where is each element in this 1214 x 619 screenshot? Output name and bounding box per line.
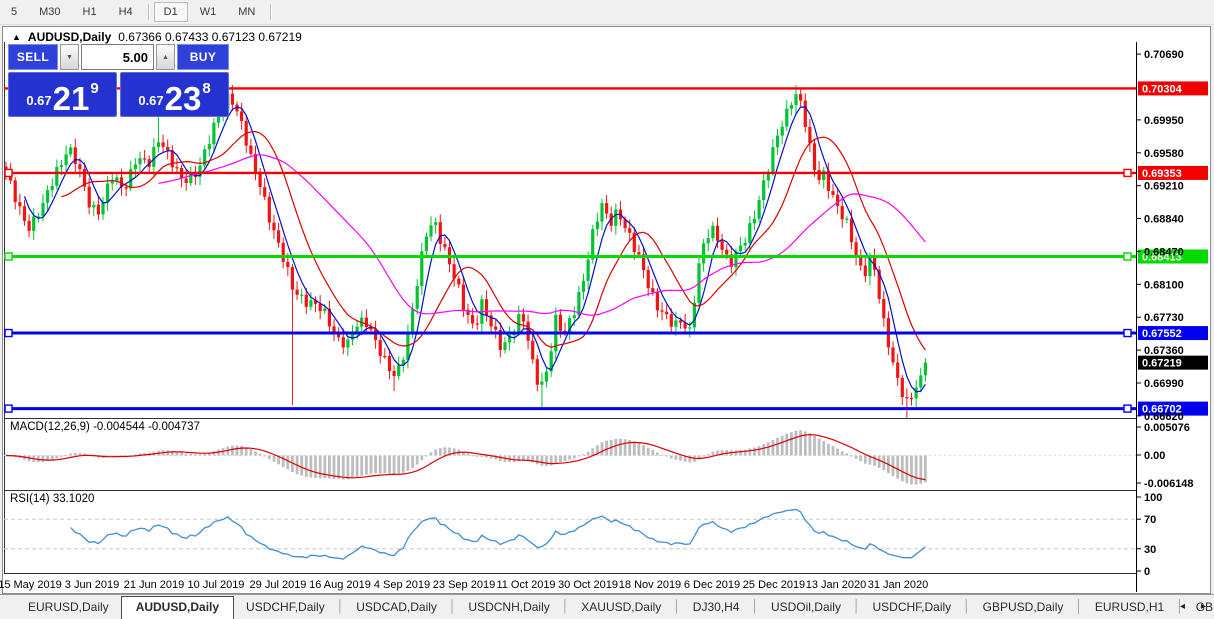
symbol-tab-usdcnh-daily[interactable]: USDCNH,Daily (456, 597, 561, 618)
sell-price-prefix: 0.67 (26, 93, 52, 108)
trading-terminal: { "toolbar": {"timeframes": ["5","M30","… (0, 0, 1214, 619)
svg-text:21 Jun 2019: 21 Jun 2019 (124, 579, 185, 591)
buy-button[interactable]: BUY (177, 44, 229, 70)
collapse-triangle-icon[interactable]: ▲ (12, 32, 21, 42)
svg-text:29 Jul 2019: 29 Jul 2019 (250, 579, 307, 591)
moving-averages (23, 106, 926, 393)
symbol-tab-usdoil-daily[interactable]: USDOil,Daily (759, 597, 853, 618)
svg-text:0.005076: 0.005076 (1144, 422, 1190, 434)
volume-increase-button[interactable]: ▲ (156, 44, 175, 70)
date-axis: 15 May 2019 3 Jun 2019 21 Jun 2019 10 Jul 2… (0, 579, 928, 591)
svg-text:18 Nov 2019: 18 Nov 2019 (619, 579, 681, 591)
symbol-tab-dj30-h4[interactable]: DJ30,H4 (681, 597, 752, 618)
svg-text:0.68100: 0.68100 (1144, 279, 1184, 291)
sell-price-main: 21 (52, 79, 90, 117)
svg-text:70: 70 (1144, 514, 1156, 526)
svg-text:0.68470: 0.68470 (1144, 246, 1184, 258)
svg-text:23 Sep 2019: 23 Sep 2019 (433, 579, 495, 591)
symbol-tab-bar: EURUSD,Daily AUDUSD,Daily USDCHF,Daily │ USD… (0, 594, 1214, 619)
tab-divider: │ (963, 599, 971, 613)
svg-text:13 Jan 2020: 13 Jan 2020 (806, 579, 867, 591)
buy-price-box[interactable]: 0.67 23 8 (120, 72, 229, 117)
symbol-tab-audusd-daily[interactable]: AUDUSD,Daily (120, 596, 235, 619)
one-click-trade-panel: SELL ▼ ▲ BUY 0.67 21 9 0.67 23 8 (8, 44, 229, 117)
symbol-tab-eurusd-daily[interactable]: EURUSD,Daily (16, 597, 121, 618)
buy-price-main: 23 (164, 79, 202, 117)
svg-text:0.67730: 0.67730 (1144, 312, 1184, 324)
svg-text:10 Jul 2019: 10 Jul 2019 (188, 579, 245, 591)
tab-divider: │ (448, 599, 457, 613)
svg-text:0.68840: 0.68840 (1144, 214, 1184, 226)
svg-text:0.69950: 0.69950 (1144, 115, 1184, 127)
rsi-pane: 100 70 30 0 (4, 492, 1162, 578)
svg-text:4 Sep 2019: 4 Sep 2019 (374, 579, 430, 591)
symbol-tab-usdchf-daily[interactable]: USDCHF,Daily (234, 597, 337, 618)
buy-price-pip: 8 (202, 80, 211, 97)
sell-price-box[interactable]: 0.67 21 9 (8, 72, 117, 117)
svg-text:25 Dec 2019: 25 Dec 2019 (743, 579, 805, 591)
rsi-indicator-label: RSI(14) 33.1020 (10, 493, 95, 505)
svg-text:0.70690: 0.70690 (1144, 49, 1184, 61)
sell-price-pip: 9 (90, 80, 99, 97)
svg-text:0.66990: 0.66990 (1144, 378, 1184, 390)
chart-symbol-title: AUDUSD,Daily (27, 30, 112, 44)
svg-text:0: 0 (1144, 566, 1150, 578)
chart-ohlc-values: 0.67366 0.67433 0.67123 0.67219 (118, 30, 302, 44)
volume-input[interactable] (81, 44, 154, 70)
tab-scroll-right-icon[interactable]: ▸ (1201, 601, 1206, 612)
svg-text:-0.006148: -0.006148 (1144, 478, 1194, 490)
svg-text:3 Jun 2019: 3 Jun 2019 (65, 579, 119, 591)
svg-text:100: 100 (1144, 492, 1162, 504)
symbol-tab-usdcad-daily[interactable]: USDCAD,Daily (344, 597, 449, 618)
chart-title-row: ▲ AUDUSD,Daily 0.67366 0.67433 0.67123 0… (12, 30, 302, 44)
svg-text:0.69353: 0.69353 (1142, 168, 1182, 180)
svg-text:11 Oct 2019: 11 Oct 2019 (496, 579, 555, 591)
symbol-tab-xauusd-daily[interactable]: XAUUSD,Daily (569, 597, 673, 618)
svg-text:31 Jan 2020: 31 Jan 2020 (868, 579, 929, 591)
svg-text:30: 30 (1144, 544, 1156, 556)
tab-divider: │ (751, 599, 759, 613)
svg-text:0.70304: 0.70304 (1142, 83, 1183, 95)
tab-divider: │ (852, 599, 861, 613)
current-price-label: 0.67219 (1138, 355, 1208, 370)
tab-divider: │ (673, 599, 681, 613)
svg-text:16 Aug 2019: 16 Aug 2019 (309, 579, 371, 591)
tab-scroll-controls: ◂ ▸ (1180, 601, 1206, 612)
tab-divider: │ (336, 599, 345, 613)
svg-text:0.00: 0.00 (1144, 450, 1165, 462)
buy-price-prefix: 0.67 (138, 93, 164, 108)
tab-divider: │ (1075, 599, 1083, 613)
ma-line-5 (23, 106, 926, 393)
symbol-tab-usdchf-daily[interactable]: USDCHF,Daily (860, 597, 963, 618)
volume-decrease-button[interactable]: ▼ (60, 44, 79, 70)
tab-divider: │ (561, 599, 570, 613)
candlesticks (4, 78, 927, 418)
symbol-tab-gbpusd-daily[interactable]: GBPUSD,Daily (971, 597, 1076, 618)
svg-text:0.69210: 0.69210 (1144, 181, 1184, 193)
sell-button[interactable]: SELL (8, 44, 58, 70)
svg-text:0.69580: 0.69580 (1144, 148, 1184, 160)
symbol-tab-eurusd-h1[interactable]: EURUSD,H1 (1083, 597, 1176, 618)
svg-text:30 Oct 2019: 30 Oct 2019 (558, 579, 618, 591)
tab-scroll-left-icon[interactable]: ◂ (1180, 601, 1185, 612)
pane-borders (4, 42, 1137, 592)
rsi-line (70, 508, 926, 560)
level-lines[interactable]: 0.703040.693530.684130.675520.66702 (4, 81, 1208, 416)
svg-text:0.67219: 0.67219 (1142, 358, 1182, 370)
svg-text:15 May 2019: 15 May 2019 (0, 579, 62, 591)
macd-indicator-label: MACD(12,26,9) -0.004544 -0.004737 (10, 421, 200, 433)
svg-text:0.67552: 0.67552 (1142, 328, 1182, 340)
svg-text:6 Dec 2019: 6 Dec 2019 (684, 579, 740, 591)
svg-text:0.67360: 0.67360 (1144, 345, 1184, 357)
